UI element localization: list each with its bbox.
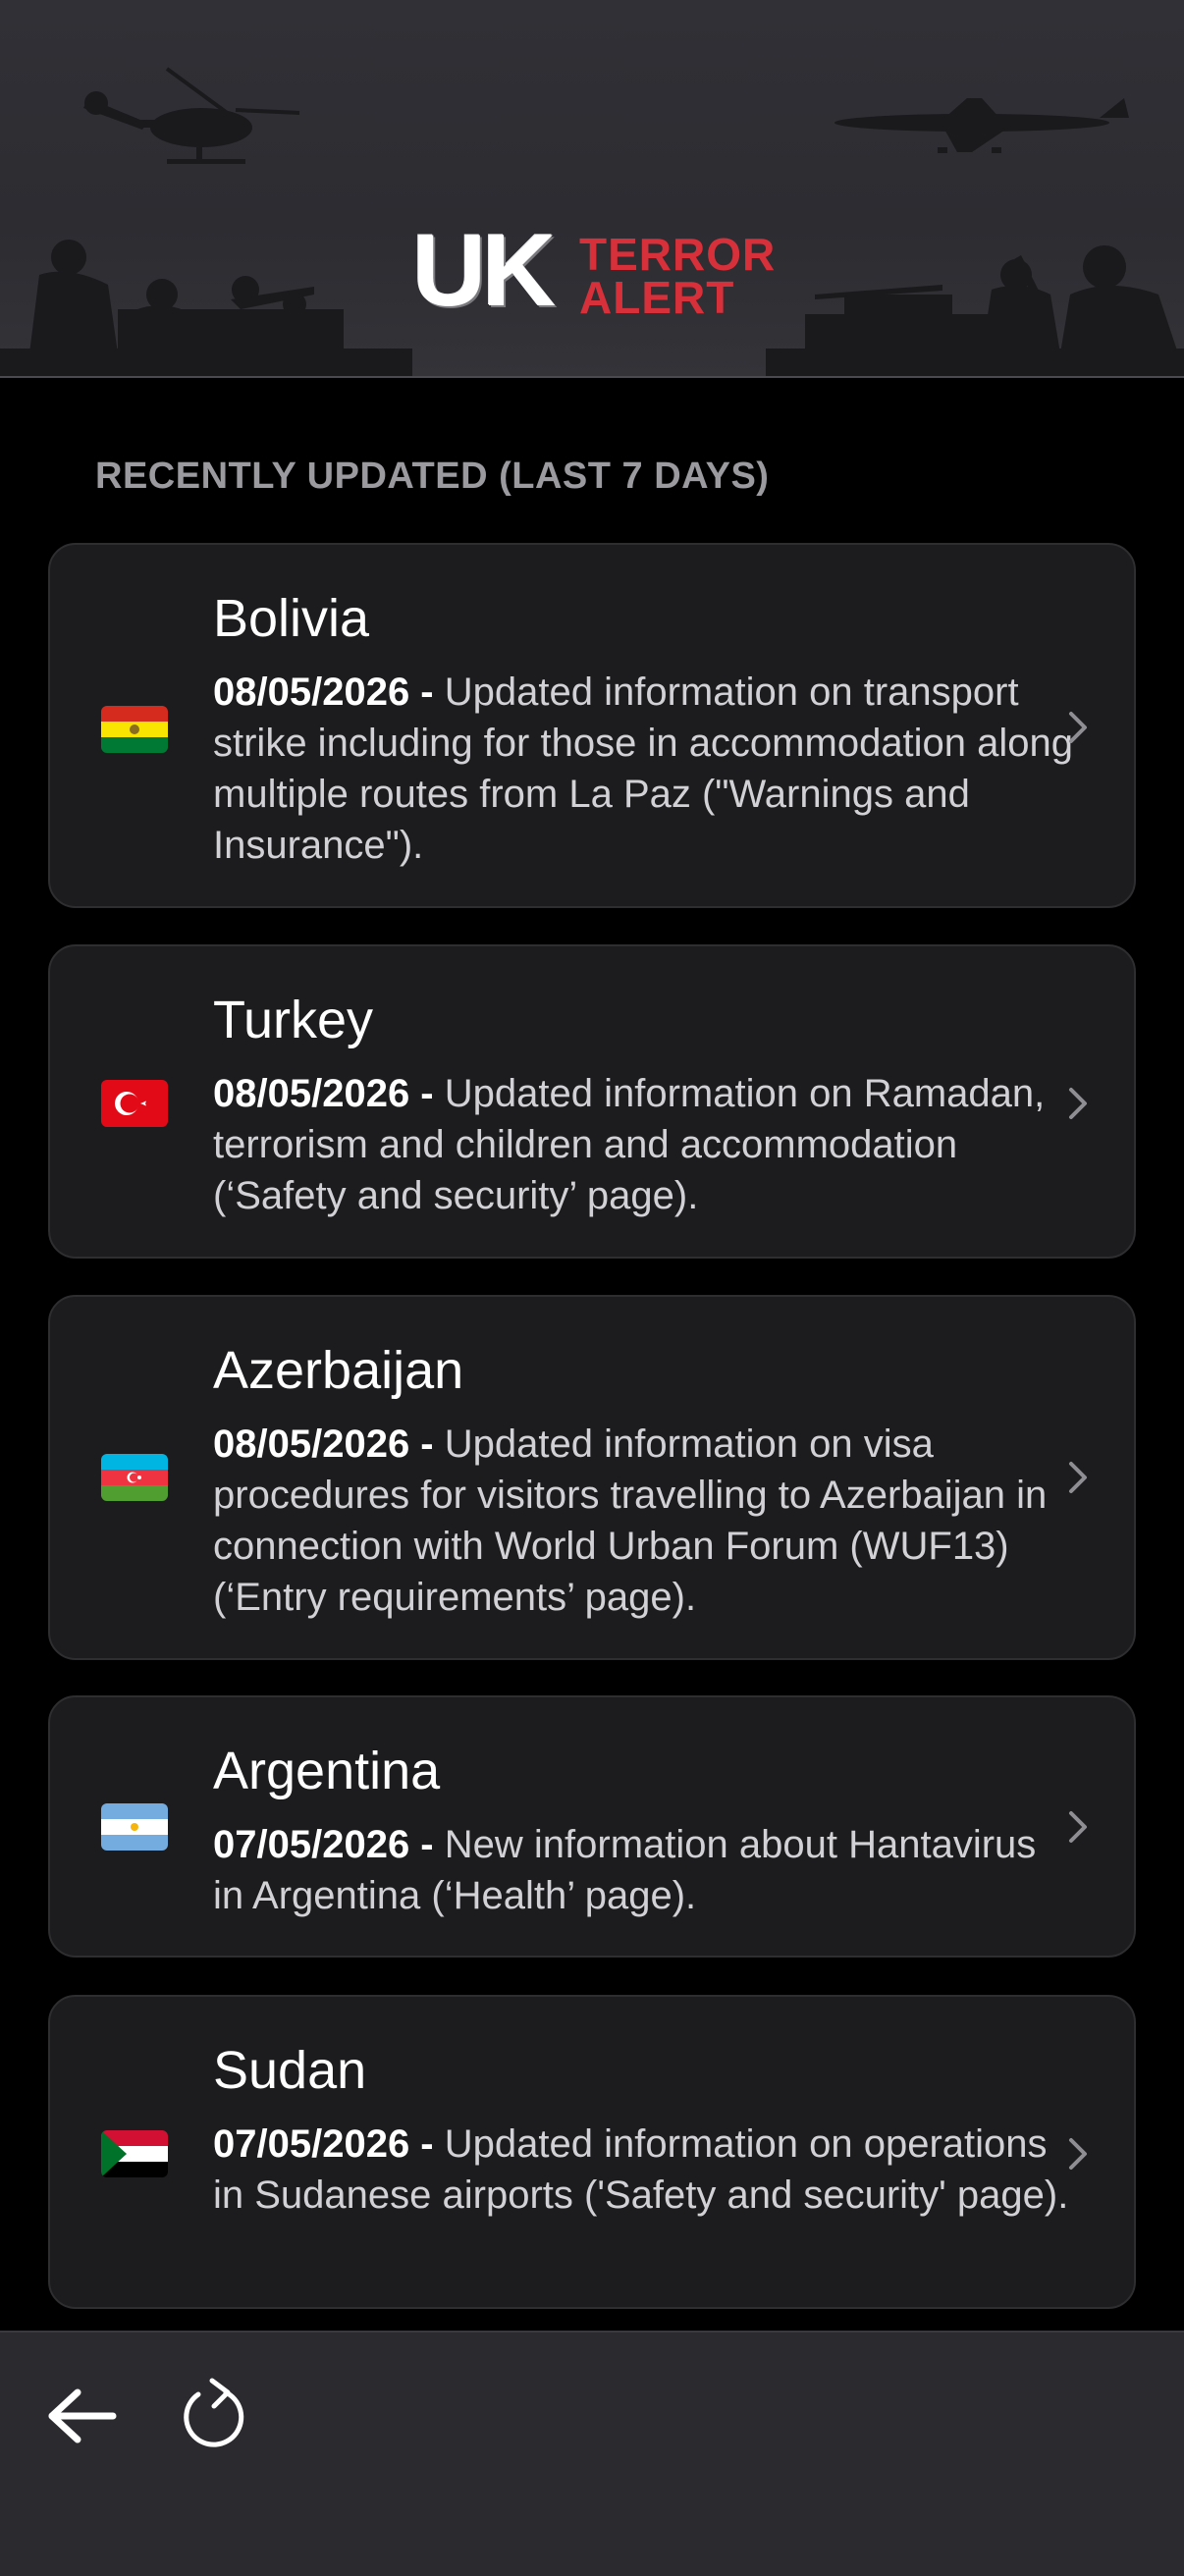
country-name: Azerbaijan <box>213 1341 464 1400</box>
country-name: Sudan <box>213 2041 367 2100</box>
country-card-sudan[interactable]: Sudan 07/05/2026 - Updated information o… <box>48 1995 1136 2309</box>
country-card-argentina[interactable]: Argentina 07/05/2026 - New information a… <box>48 1695 1136 1958</box>
chevron-right-icon <box>1069 712 1087 743</box>
helicopter-silhouette <box>83 67 300 164</box>
uk-terror-alert-logo: UK TERROR ALERT <box>412 220 775 324</box>
country-name: Argentina <box>213 1742 441 1800</box>
bolivia-flag-icon <box>101 706 168 753</box>
argentina-flag-icon <box>101 1803 168 1851</box>
azerbaijan-flag-icon <box>101 1454 168 1501</box>
country-name: Bolivia <box>213 589 370 648</box>
airplane-silhouette <box>834 98 1129 153</box>
chevron-right-icon <box>1069 1462 1087 1493</box>
update-description: 08/05/2026 - Updated information on visa… <box>213 1419 1077 1623</box>
update-description: 07/05/2026 - New information about Hanta… <box>213 1819 1077 1921</box>
arrow-left-icon <box>48 2388 117 2443</box>
country-card-turkey[interactable]: Turkey 08/05/2026 - Updated information … <box>48 944 1136 1259</box>
chevron-right-icon <box>1069 2138 1087 2170</box>
country-card-bolivia[interactable]: Bolivia 08/05/2026 - Updated information… <box>48 543 1136 908</box>
reload-button[interactable] <box>169 2372 257 2460</box>
bottom-toolbar <box>0 2331 1184 2576</box>
chevron-right-icon <box>1069 1811 1087 1843</box>
logo-uk-text: UK <box>412 214 556 328</box>
soldiers-right-silhouette <box>766 245 1184 376</box>
update-date: 08/05/2026 - <box>213 1422 434 1466</box>
logo-alert-text: ALERT <box>579 272 735 323</box>
country-name: Turkey <box>213 991 374 1049</box>
update-date: 07/05/2026 - <box>213 1823 434 1866</box>
soldiers-left-silhouette <box>0 240 412 376</box>
app-header: UK TERROR ALERT <box>0 0 1184 378</box>
turkey-flag-icon <box>101 1080 168 1127</box>
reload-icon <box>184 2378 244 2447</box>
section-title: RECENTLY UPDATED (LAST 7 DAYS) <box>95 456 770 497</box>
back-button[interactable] <box>37 2372 126 2460</box>
update-description: 07/05/2026 - Updated information on oper… <box>213 2119 1077 2221</box>
logo-terror-text: TERROR <box>579 229 777 280</box>
update-date: 07/05/2026 - <box>213 2122 434 2166</box>
chevron-right-icon <box>1069 1088 1087 1119</box>
country-card-azerbaijan[interactable]: Azerbaijan 08/05/2026 - Updated informat… <box>48 1295 1136 1660</box>
update-description: 08/05/2026 - Updated information on tran… <box>213 667 1077 871</box>
update-description: 08/05/2026 - Updated information on Rama… <box>213 1068 1077 1221</box>
update-date: 08/05/2026 - <box>213 1072 434 1115</box>
update-date: 08/05/2026 - <box>213 671 434 714</box>
sudan-flag-icon <box>101 2130 168 2177</box>
